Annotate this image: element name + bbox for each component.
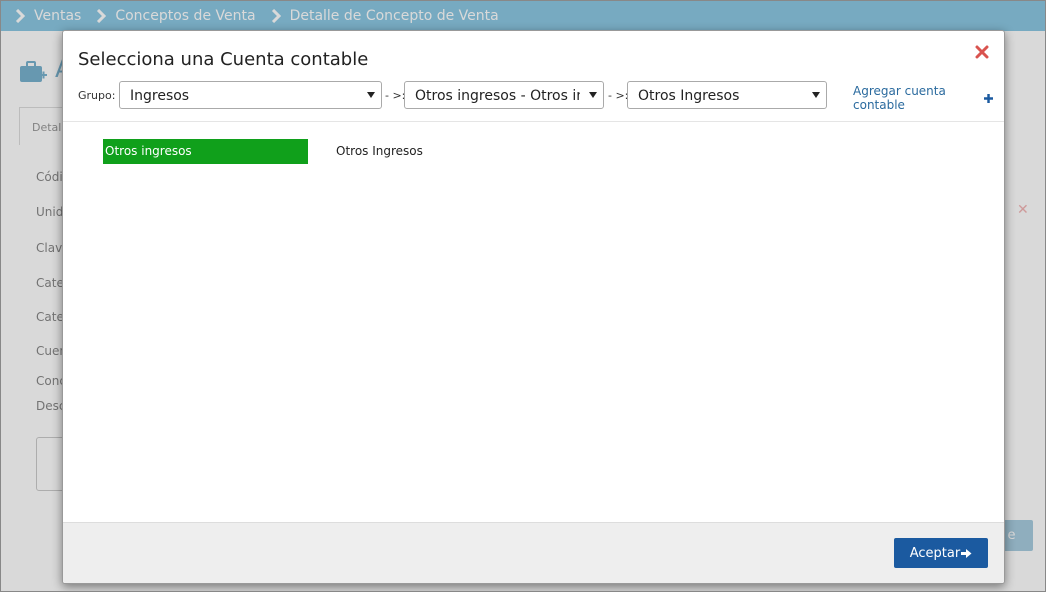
subgroup-select[interactable]: Otros ingresos - Otros ingresos bbox=[404, 81, 604, 109]
group-select[interactable]: Ingresos bbox=[119, 81, 382, 109]
separator-arrow: - >: bbox=[608, 89, 629, 102]
account-filters: Grupo: Ingresos - >: Otros ingresos - Ot… bbox=[78, 81, 993, 112]
modal-divider bbox=[63, 121, 1004, 122]
account-item-selected[interactable]: Otros ingresos bbox=[103, 139, 308, 164]
modal-footer: Aceptar bbox=[63, 522, 1004, 583]
caret-down-icon bbox=[812, 92, 820, 98]
account-item[interactable]: Otros Ingresos bbox=[336, 139, 423, 164]
arrow-right-icon bbox=[961, 548, 972, 558]
subgroup-select-value: Otros ingresos - Otros ingresos bbox=[415, 88, 580, 104]
plus-icon bbox=[983, 93, 993, 103]
separator-arrow: - >: bbox=[385, 89, 406, 102]
group-select-value: Ingresos bbox=[130, 88, 190, 104]
modal-title: Selecciona una Cuenta contable bbox=[78, 49, 369, 70]
caret-down-icon bbox=[589, 92, 597, 98]
group-label: Grupo: bbox=[78, 89, 116, 102]
account-select[interactable]: Otros Ingresos bbox=[627, 81, 827, 109]
add-account-link[interactable]: Agregar cuenta contable bbox=[853, 84, 993, 112]
select-account-modal: Selecciona una Cuenta contable Grupo: In… bbox=[62, 30, 1005, 584]
caret-down-icon bbox=[367, 92, 375, 98]
close-icon[interactable] bbox=[975, 45, 989, 59]
add-account-label: Agregar cuenta contable bbox=[853, 84, 946, 112]
account-select-value: Otros Ingresos bbox=[638, 88, 740, 104]
accept-button[interactable]: Aceptar bbox=[894, 538, 988, 568]
accept-label: Aceptar bbox=[909, 545, 961, 561]
